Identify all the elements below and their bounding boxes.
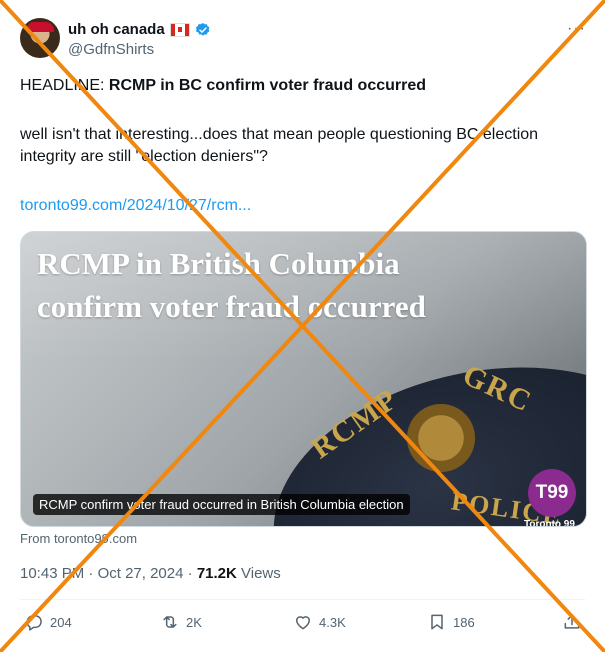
more-options-button[interactable]: ··· [567,20,586,38]
repost-icon [163,616,177,628]
t99-logo-subtext: Toronto 99 [524,519,575,527]
card-caption: RCMP confirm voter fraud occurred in Bri… [33,494,410,515]
post-date[interactable]: Oct 27, 2024 [98,565,184,582]
repost-count: 2K [186,614,202,630]
reply-button[interactable]: 204 [24,612,72,632]
like-count: 4.3K [319,614,346,630]
post-headline: HEADLINE: RCMP in BC confirm voter fraud… [20,77,426,95]
bookmark-button[interactable]: 186 [427,612,475,632]
share-button[interactable] [562,612,582,632]
author-name-row[interactable]: uh oh canada [68,21,211,38]
reply-icon [26,615,42,631]
like-button[interactable]: 4.3K [293,612,346,632]
post-time[interactable]: 10:43 PM [20,565,84,582]
post-body: well isn't that interesting...does that … [20,126,539,165]
headline-prefix: HEADLINE: [20,77,109,94]
avatar[interactable] [20,18,60,58]
author-handle[interactable]: @GdfnShirts [68,41,154,58]
bookmark-count: 186 [453,614,475,630]
card-source[interactable]: From toronto99.com [20,531,137,546]
views-label: Views [236,565,281,582]
post-link[interactable]: toronto99.com/2024/10/27/rcm... [20,197,251,215]
verified-badge-icon [195,22,210,36]
views-count: 71.2K [196,565,237,582]
share-icon [564,614,580,629]
repost-button[interactable]: 2K [160,612,202,632]
card-title-line2: confirm voter fraud occurred [37,289,426,324]
meta-separator-2: · [183,565,197,582]
t99-logo: T99 [528,469,576,517]
canada-flag-icon [169,22,190,37]
meta-separator: · [84,565,98,582]
post-meta: 10:43 PM · Oct 27, 2024 · 71.2K Views [20,565,281,582]
reply-count: 204 [50,614,72,630]
headline-bold: RCMP in BC confirm voter fraud occurred [108,77,427,94]
card-title: RCMP in British Columbia confirm voter f… [37,242,426,328]
link-preview-card[interactable]: RCMP GRC POLICE RCMP in British Columbia… [20,231,587,527]
bookmark-icon [431,614,443,630]
card-title-line1: RCMP in British Columbia [37,246,400,281]
display-name[interactable]: uh oh canada [68,21,165,38]
rcmp-crest-image [406,402,476,482]
divider [20,599,585,600]
heart-icon [296,616,310,630]
